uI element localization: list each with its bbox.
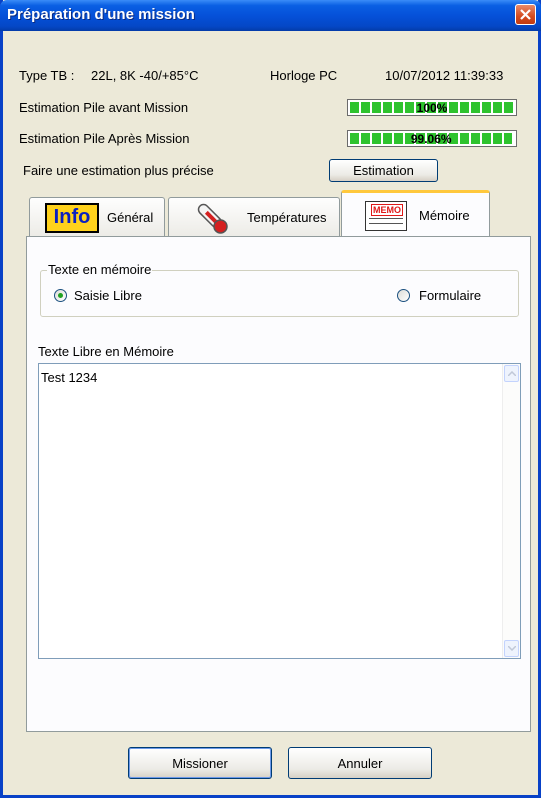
cancel-button[interactable]: Annuler [288, 747, 432, 779]
clock-value: 10/07/2012 11:39:33 [385, 68, 504, 83]
chevron-up-icon [507, 371, 516, 376]
tab-memoire[interactable]: MEMO Mémoire [341, 190, 490, 238]
battery-before-bar: 100% [347, 99, 517, 116]
radio-free-text[interactable] [54, 289, 67, 302]
thermometer-icon [197, 203, 228, 234]
radio-form-label[interactable]: Formulaire [419, 288, 481, 303]
chevron-down-icon [507, 646, 516, 651]
tab-memoire-label: Mémoire [419, 208, 470, 223]
battery-after-fill: 99.06% [350, 132, 513, 146]
title-bar[interactable]: Préparation d'une mission [0, 0, 541, 31]
missioner-button[interactable]: Missioner [128, 747, 272, 779]
memory-group-label: Texte en mémoire [47, 262, 153, 277]
scroll-up-button[interactable] [504, 365, 519, 382]
estimation-button[interactable]: Estimation [329, 159, 438, 182]
free-text-area[interactable]: Test 1234 [38, 363, 521, 659]
battery-after-label: Estimation Pile Après Mission [19, 131, 190, 146]
memory-tab-panel: Texte en mémoire Saisie Libre Formulaire… [26, 236, 531, 732]
tab-general-label: Général [107, 210, 154, 225]
estimate-label: Faire une estimation plus précise [23, 163, 214, 178]
battery-before-percent: 100% [416, 101, 448, 115]
scroll-down-button[interactable] [504, 640, 519, 657]
tab-temperatures-label: Températures [247, 210, 327, 225]
window-title: Préparation d'une mission [7, 6, 195, 23]
battery-after-bar: 99.06% [347, 130, 517, 147]
battery-before-label: Estimation Pile avant Mission [19, 100, 189, 115]
type-label: Type TB : [19, 68, 75, 83]
radio-form[interactable] [397, 289, 410, 302]
close-button[interactable] [515, 4, 536, 25]
clock-label: Horloge PC [270, 68, 338, 83]
mission-dialog: Préparation d'une mission Type TB : 22L,… [0, 0, 541, 798]
text-scrollbar[interactable] [502, 364, 520, 658]
tab-temperatures[interactable]: Températures [168, 197, 340, 237]
radio-free-text-label[interactable]: Saisie Libre [74, 288, 142, 303]
tab-general[interactable]: Info Général [29, 197, 165, 237]
free-text-label: Texte Libre en Mémoire [38, 344, 174, 359]
battery-after-percent: 99.06% [410, 132, 452, 146]
battery-before-fill: 100% [350, 101, 514, 115]
memo-icon: MEMO [365, 200, 407, 231]
memory-text-group: Texte en mémoire Saisie Libre Formulaire [40, 262, 519, 317]
close-icon [520, 9, 531, 20]
type-value: 22L, 8K -40/+85°C [91, 68, 199, 83]
free-text-value: Test 1234 [41, 370, 98, 385]
info-icon: Info [45, 202, 99, 233]
